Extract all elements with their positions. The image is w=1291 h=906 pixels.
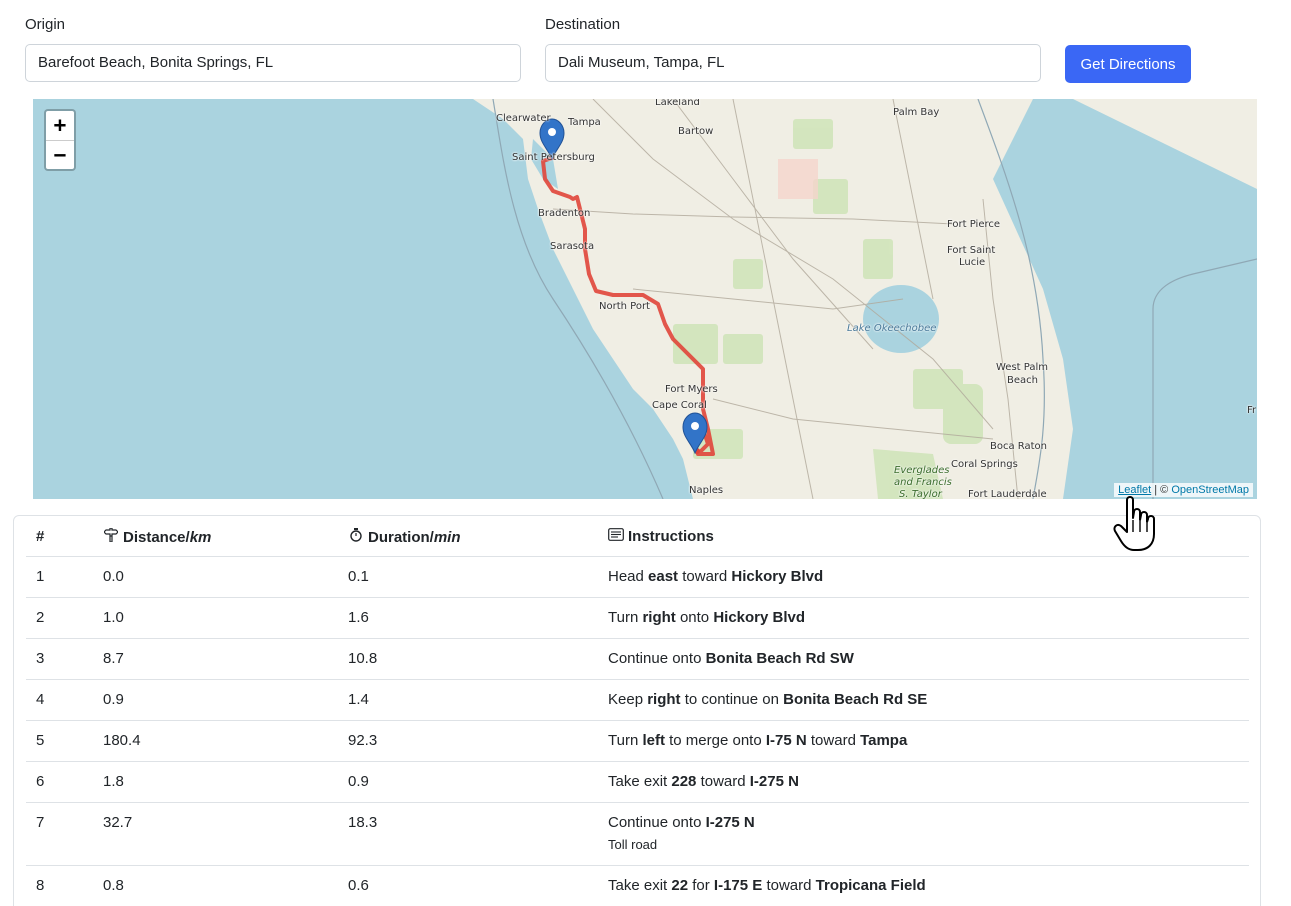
row-num: 3 — [26, 638, 93, 680]
text-box-icon — [608, 528, 624, 545]
map-label-fort-pierce: Fort Pierce — [947, 219, 1001, 230]
get-directions-button[interactable]: Get Directions — [1065, 45, 1191, 83]
table-row: 1 0.0 0.1 Head east toward Hickory Blvd — [26, 556, 1249, 598]
row-num: 4 — [26, 679, 93, 721]
map-label-palm-bay: Palm Bay — [893, 107, 940, 118]
map-label-and-francis: and Francis — [894, 477, 952, 488]
header-duration-label: Duration/ — [368, 528, 434, 546]
stopwatch-icon — [348, 527, 364, 546]
row-distance: 1.0 — [93, 597, 338, 639]
row-instruction: Turn right onto Hickory Blvd — [598, 597, 1249, 639]
origin-input[interactable]: Barefoot Beach, Bonita Springs, FL — [25, 44, 521, 82]
row-duration: 0.6 — [338, 865, 598, 906]
header-duration: Duration/min — [338, 518, 598, 557]
row-instruction: Keep right to continue on Bonita Beach R… — [598, 679, 1249, 721]
table-row: 4 0.9 1.4 Keep right to continue on Boni… — [26, 679, 1249, 721]
row-duration: 1.6 — [338, 597, 598, 639]
map-label-saint-petersburg: Saint Petersburg — [512, 152, 595, 163]
table-header-row: # Distance/km Duration/min Instructions — [26, 518, 1249, 557]
origin-group: Origin Barefoot Beach, Bonita Springs, F… — [25, 16, 521, 82]
row-num: 2 — [26, 597, 93, 639]
restricted-area — [778, 159, 818, 199]
map-label-bartow: Bartow — [678, 126, 714, 137]
signpost-icon — [103, 527, 119, 546]
zoom-in-button[interactable]: + — [46, 111, 74, 140]
destination-input[interactable]: Dali Museum, Tampa, FL — [545, 44, 1041, 82]
row-num: 7 — [26, 802, 93, 866]
row-instruction: Turn left to merge onto I-75 N toward Ta… — [598, 720, 1249, 762]
openstreetmap-link[interactable]: OpenStreetMap — [1171, 484, 1249, 496]
map-label-naples: Naples — [689, 485, 724, 496]
map-label-boca-raton: Boca Raton — [990, 441, 1048, 452]
map-label-fr: Fr — [1247, 405, 1257, 416]
row-duration: 10.8 — [338, 638, 598, 680]
row-instruction: Take exit 228 toward I-275 N — [598, 761, 1249, 803]
map-label-west-palm: West Palm — [996, 362, 1048, 373]
lake-okeechobee — [863, 285, 939, 353]
map-label-everglades: Everglades — [894, 465, 950, 476]
header-distance: Distance/km — [93, 518, 338, 557]
map-label-north-port: North Port — [599, 301, 650, 312]
map-label-bradenton: Bradenton — [538, 208, 591, 219]
map[interactable]: Lakeland Clearwater Tampa Bartow Palm Ba… — [33, 99, 1257, 499]
row-duration: 0.9 — [338, 761, 598, 803]
origin-label: Origin — [25, 16, 66, 33]
row-distance: 0.8 — [93, 865, 338, 906]
map-tiles — [473, 99, 1257, 499]
row-distance: 32.7 — [93, 802, 338, 866]
directions-table-card: # Distance/km Duration/min Instructions … — [13, 515, 1261, 906]
table-row: 3 8.7 10.8 Continue onto Bonita Beach Rd… — [26, 638, 1249, 680]
row-instruction: Take exit 22 for I-175 E toward Tropican… — [598, 865, 1249, 906]
hand-cursor-icon — [1113, 496, 1155, 551]
header-distance-unit: km — [189, 528, 212, 546]
map-label-sarasota: Sarasota — [550, 241, 595, 252]
map-label-fort-myers: Fort Myers — [665, 384, 718, 395]
row-num: 1 — [26, 556, 93, 598]
row-distance: 8.7 — [93, 638, 338, 680]
row-num: 6 — [26, 761, 93, 803]
header-num: # — [26, 518, 93, 557]
row-distance: 0.9 — [93, 679, 338, 721]
row-duration: 18.3 — [338, 802, 598, 866]
row-num: 5 — [26, 720, 93, 762]
table-row: 6 1.8 0.9 Take exit 228 toward I-275 N — [26, 761, 1249, 803]
map-label-lucie: Lucie — [959, 257, 986, 268]
row-note: Toll road — [608, 836, 658, 852]
destination-group: Destination Dali Museum, Tampa, FL — [545, 16, 1041, 82]
row-instruction: Continue onto I-275 N Toll road — [598, 802, 1249, 866]
map-label-fort-lauderdale: Fort Lauderdale — [968, 489, 1047, 499]
map-label-cape-coral: Cape Coral — [652, 400, 707, 411]
map-label-lakeland: Lakeland — [655, 99, 700, 108]
map-label-tampa: Tampa — [568, 117, 601, 128]
map-label-coral-springs: Coral Springs — [951, 459, 1018, 470]
row-distance: 1.8 — [93, 761, 338, 803]
map-label-lake-okeechobee: Lake Okeechobee — [847, 323, 937, 334]
map-label-fort-saint: Fort Saint — [947, 245, 996, 256]
table-row: 2 1.0 1.6 Turn right onto Hickory Blvd — [26, 597, 1249, 639]
zoom-control: + − — [44, 109, 76, 171]
header-instructions-label: Instructions — [628, 528, 714, 546]
directions-table: # Distance/km Duration/min Instructions … — [26, 518, 1249, 906]
zoom-out-button[interactable]: − — [46, 140, 74, 169]
row-duration: 92.3 — [338, 720, 598, 762]
row-duration: 0.1 — [338, 556, 598, 598]
row-num: 8 — [26, 865, 93, 906]
table-row: 8 0.8 0.6 Take exit 22 for I-175 E towar… — [26, 865, 1249, 906]
map-label-s-taylor: S. Taylor — [899, 489, 942, 499]
row-duration: 1.4 — [338, 679, 598, 721]
header-duration-unit: min — [433, 528, 461, 546]
table-row: 5 180.4 92.3 Turn left to merge onto I-7… — [26, 720, 1249, 762]
row-instruction: Continue onto Bonita Beach Rd SW — [598, 638, 1249, 680]
row-distance: 180.4 — [93, 720, 338, 762]
destination-label: Destination — [545, 16, 621, 33]
row-instruction: Head east toward Hickory Blvd — [598, 556, 1249, 598]
map-label-beach: Beach — [1007, 375, 1038, 386]
header-distance-label: Distance/ — [123, 528, 190, 546]
table-row: 7 32.7 18.3 Continue onto I-275 N Toll ro… — [26, 802, 1249, 866]
row-distance: 0.0 — [93, 556, 338, 598]
map-label-clearwater: Clearwater — [496, 113, 551, 124]
